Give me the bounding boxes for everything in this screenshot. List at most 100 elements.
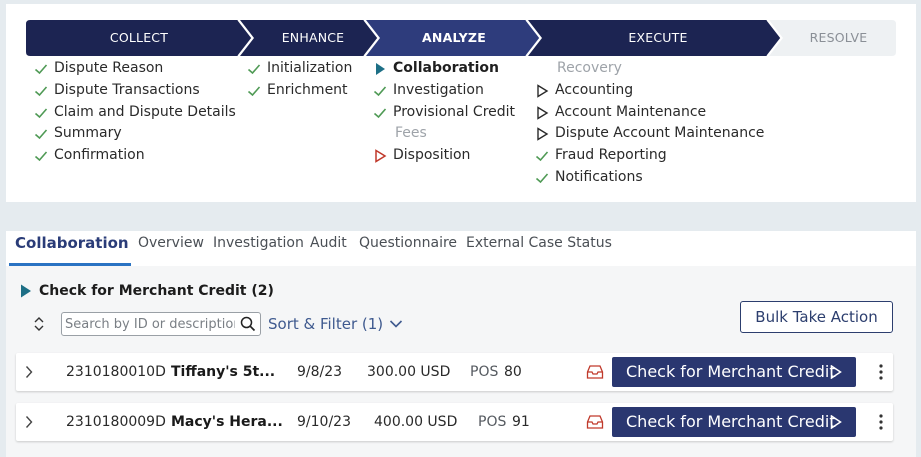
step-summary[interactable]: Summary xyxy=(34,123,236,145)
step-collaboration[interactable]: Collaboration xyxy=(373,58,515,80)
transaction-type: POS xyxy=(478,414,507,430)
merchant-name: Tiffany's 5t... xyxy=(171,364,276,380)
section-header[interactable]: Check for Merchant Credit (2) xyxy=(20,280,274,302)
check-icon xyxy=(373,86,387,96)
step-enrichment[interactable]: Enrichment xyxy=(247,80,352,102)
transaction-date: 9/8/23 xyxy=(297,364,343,380)
check-icon xyxy=(247,64,261,75)
step-label: Disposition xyxy=(393,147,471,164)
step-label: Investigation xyxy=(393,81,484,98)
transaction-amount: 400.00 USD xyxy=(374,414,458,430)
check-merchant-credit-button[interactable]: Check for Merchant Credit xyxy=(612,407,856,437)
step-dispute-transactions[interactable]: Dispute Transactions xyxy=(34,80,236,102)
caret-right-icon xyxy=(21,284,31,298)
step-accounting[interactable]: Accounting xyxy=(535,80,764,102)
transaction-date: 9/10/23 xyxy=(297,414,351,430)
search-box xyxy=(61,312,261,336)
check-icon xyxy=(34,64,48,75)
analyze-steps: Collaboration Investigation Provisional … xyxy=(373,58,515,167)
more-vertical-icon[interactable] xyxy=(878,364,884,380)
step-label: Notifications xyxy=(555,168,643,185)
execute-steps: Recovery Accounting Account Maintenance … xyxy=(535,58,764,189)
check-icon xyxy=(535,173,549,184)
stage-enhance-label: ENHANCE xyxy=(281,30,345,45)
tab-audit[interactable]: Audit xyxy=(310,231,347,266)
sort-filter-button[interactable]: Sort & Filter (1) xyxy=(268,313,403,335)
step-label: Claim and Dispute Details xyxy=(54,103,236,120)
step-label: Accounting xyxy=(555,81,634,98)
tab-investigation[interactable]: Investigation xyxy=(213,231,304,266)
action-label: Check for Merchant Credit xyxy=(626,412,836,431)
step-label: Enrichment xyxy=(267,81,348,98)
tab-overview[interactable]: Overview xyxy=(138,231,204,266)
play-outline-icon xyxy=(537,105,549,120)
case-work-panel: Collaboration Overview Investigation Aud… xyxy=(6,231,916,457)
step-provisional-credit[interactable]: Provisional Credit xyxy=(373,102,515,124)
transaction-code: 80 xyxy=(504,364,522,380)
active-tab-indicator xyxy=(9,263,131,266)
step-notifications[interactable]: Notifications xyxy=(535,167,764,189)
step-label: Provisional Credit xyxy=(393,103,516,120)
tab-collaboration[interactable]: Collaboration xyxy=(15,231,129,266)
inbox-tray-icon xyxy=(586,365,604,379)
step-dispute-account-maintenance[interactable]: Dispute Account Maintenance xyxy=(535,123,764,145)
step-confirmation[interactable]: Confirmation xyxy=(34,145,236,167)
step-dispute-reason[interactable]: Dispute Reason xyxy=(34,58,236,80)
step-account-maintenance[interactable]: Account Maintenance xyxy=(535,102,764,124)
step-label: Dispute Transactions xyxy=(54,81,200,98)
bulk-take-action-button[interactable]: Bulk Take Action xyxy=(740,301,893,333)
check-icon xyxy=(34,86,48,96)
alert-play-icon xyxy=(375,149,387,164)
more-vertical-icon[interactable] xyxy=(878,414,884,430)
case-id: 2310180009D xyxy=(66,414,166,430)
step-label: Collaboration xyxy=(393,60,500,76)
step-label: Fees xyxy=(395,125,427,142)
check-icon xyxy=(247,86,261,96)
tab-external-case-status[interactable]: External Case Status xyxy=(466,231,612,266)
search-icon[interactable] xyxy=(240,316,256,332)
step-label: Recovery xyxy=(557,60,622,76)
chevron-right-icon[interactable] xyxy=(24,365,34,379)
sort-updown-icon[interactable] xyxy=(33,314,45,334)
case-row: 2310180010D Tiffany's 5t... 9/8/23 300.0… xyxy=(16,353,893,391)
search-input[interactable] xyxy=(65,313,235,335)
step-label: Confirmation xyxy=(54,147,145,164)
step-claim-and-dispute-details[interactable]: Claim and Dispute Details xyxy=(34,102,236,124)
check-icon xyxy=(34,151,48,162)
sort-filter-label: Sort & Filter (1) xyxy=(268,315,384,333)
transaction-type: POS xyxy=(470,364,499,380)
step-recovery: Recovery xyxy=(535,58,764,80)
check-icon xyxy=(34,108,48,118)
stage-analyze-label: ANALYZE xyxy=(422,30,486,45)
current-step-marker-icon xyxy=(376,63,385,75)
action-label: Check for Merchant Credit xyxy=(626,362,836,381)
step-investigation[interactable]: Investigation xyxy=(373,80,515,102)
step-initialization[interactable]: Initialization xyxy=(247,58,352,80)
step-label: Dispute Reason xyxy=(54,60,164,76)
play-icon xyxy=(830,365,842,379)
stage-panel: COLLECT ENHANCE ANALYZE EXECUTE RESOLVE … xyxy=(6,4,916,202)
transaction-amount: 300.00 USD xyxy=(367,364,451,380)
case-id: 2310180010D xyxy=(66,364,166,380)
step-label: Account Maintenance xyxy=(555,103,707,120)
step-label: Initialization xyxy=(267,60,353,76)
section-title: Check for Merchant Credit (2) xyxy=(39,283,274,299)
play-outline-icon xyxy=(537,127,549,142)
chevron-right-icon[interactable] xyxy=(24,415,34,429)
step-label: Summary xyxy=(54,125,122,142)
case-row: 2310180009D Macy's Hera... 9/10/23 400.0… xyxy=(16,403,893,441)
collect-steps: Dispute Reason Dispute Transactions Clai… xyxy=(34,58,236,167)
merchant-name: Macy's Hera... xyxy=(171,414,283,430)
step-label: Fraud Reporting xyxy=(555,147,667,164)
stage-collect-label: COLLECT xyxy=(109,30,169,45)
step-fees: Fees xyxy=(373,123,515,145)
check-merchant-credit-button[interactable]: Check for Merchant Credit xyxy=(612,357,856,387)
stage-resolve-label: RESOLVE xyxy=(809,30,868,45)
step-disposition[interactable]: Disposition xyxy=(373,145,515,167)
tab-questionnaire[interactable]: Questionnaire xyxy=(359,231,457,266)
check-icon xyxy=(34,129,48,140)
stage-execute-label: EXECUTE xyxy=(628,30,688,45)
play-outline-icon xyxy=(537,84,549,98)
play-icon xyxy=(830,415,842,429)
step-fraud-reporting[interactable]: Fraud Reporting xyxy=(535,145,764,167)
